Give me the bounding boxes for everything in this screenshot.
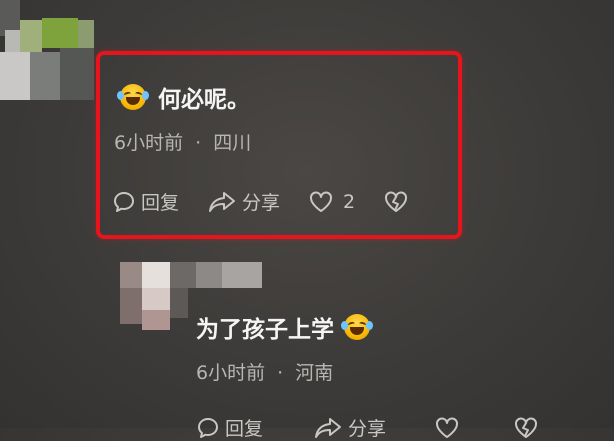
highlight-frame — [96, 51, 462, 239]
comment-time: 6小时前 — [196, 362, 266, 384]
laughing-crying-emoji-icon — [341, 314, 373, 340]
comment-location: 河南 — [295, 362, 334, 384]
comment-text-row: 为了孩子上学 — [196, 310, 373, 344]
comment-text: 为了孩子上学 — [196, 317, 334, 343]
meta-separator: · — [277, 362, 284, 384]
comment-meta: 6小时前 · 河南 — [196, 358, 333, 385]
